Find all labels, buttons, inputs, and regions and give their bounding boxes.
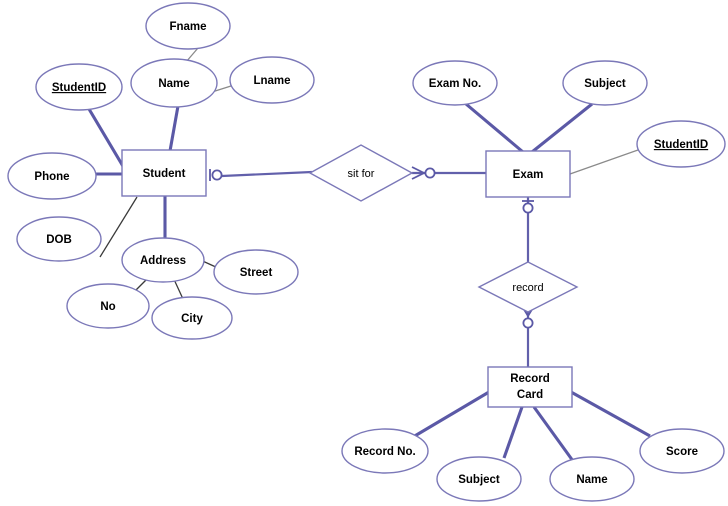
edge-recordno-recordcard (412, 390, 490, 439)
edge-studentidexam-exam (569, 149, 639, 175)
attribute-label-exam-no: Exam No. (429, 78, 481, 90)
attribute-label-lname: Lname (253, 75, 290, 87)
attribute-label-name-student: Name (158, 78, 189, 90)
attribute-label-no: No (100, 301, 115, 313)
attribute-label-studentid-exam: StudentID (654, 139, 708, 151)
attribute-label-record-no: Record No. (354, 446, 415, 458)
edge-score-recordcard (570, 390, 651, 438)
relationship-label-sit-for: sit for (348, 168, 375, 180)
attribute-label-fname: Fname (169, 21, 206, 33)
edge-name-student (168, 105, 180, 152)
relationship-node-sit-for[interactable]: sit for (308, 144, 414, 202)
edge-subjectexam-exam (531, 102, 593, 154)
attribute-node-subject-exam[interactable]: Subject (562, 60, 648, 106)
edge-subjectrecord-recordcard (502, 406, 524, 459)
cardinality-optional-circle-exam-bottom (522, 202, 534, 214)
edge-student-sitfor (221, 170, 313, 178)
attribute-label-dob: DOB (46, 234, 72, 246)
edge-examno-exam (465, 102, 524, 154)
entity-label-record-card-line1: Record (510, 373, 550, 385)
attribute-label-city: City (181, 313, 203, 325)
cardinality-optional-circle-student (211, 169, 223, 181)
attribute-label-name-record: Name (576, 474, 607, 486)
attribute-node-no[interactable]: No (66, 283, 150, 329)
attribute-node-exam-no[interactable]: Exam No. (412, 60, 498, 106)
attribute-label-street: Street (240, 267, 273, 279)
attribute-node-city[interactable]: City (151, 296, 233, 340)
relationship-node-record[interactable]: record (477, 261, 579, 313)
cardinality-optional-circle-exam (424, 167, 436, 179)
relationship-label-record: record (512, 282, 543, 294)
attribute-label-phone: Phone (34, 171, 69, 183)
attribute-label-subject-exam: Subject (584, 78, 626, 90)
edge-namerecord-recordcard (532, 406, 575, 462)
er-diagram-canvas: Fname Name Lname StudentID Phone DOB Add… (0, 0, 728, 506)
attribute-node-record-no[interactable]: Record No. (341, 428, 429, 474)
attribute-node-score[interactable]: Score (639, 428, 725, 474)
attribute-node-dob[interactable]: DOB (16, 216, 102, 262)
attribute-node-street[interactable]: Street (213, 249, 299, 295)
attribute-node-address[interactable]: Address (121, 237, 205, 283)
entity-label-record-card-line2: Card (517, 389, 543, 401)
attribute-node-name-record[interactable]: Name (549, 456, 635, 502)
attribute-node-name-student[interactable]: Name (130, 58, 218, 108)
attribute-label-score: Score (666, 446, 698, 458)
attribute-label-address: Address (140, 255, 186, 267)
attribute-node-fname[interactable]: Fname (145, 2, 231, 50)
attribute-node-lname[interactable]: Lname (229, 56, 315, 104)
entity-node-exam[interactable]: Exam (485, 150, 571, 198)
attribute-node-subject-record[interactable]: Subject (436, 456, 522, 502)
entity-label-exam: Exam (513, 169, 544, 181)
entity-label-student: Student (143, 168, 186, 180)
entity-node-record-card[interactable]: Record Card (487, 366, 573, 408)
attribute-node-phone[interactable]: Phone (7, 152, 97, 200)
cardinality-optional-circle-recordcard (522, 317, 534, 329)
attribute-node-studentid-student[interactable]: StudentID (35, 63, 123, 111)
entity-node-student[interactable]: Student (121, 149, 207, 197)
attribute-label-studentid-student: StudentID (52, 82, 106, 94)
attribute-layer: Fname Name Lname StudentID Phone DOB Add… (7, 2, 726, 502)
attribute-label-subject-record: Subject (458, 474, 500, 486)
attribute-node-studentid-exam[interactable]: StudentID (636, 120, 726, 168)
